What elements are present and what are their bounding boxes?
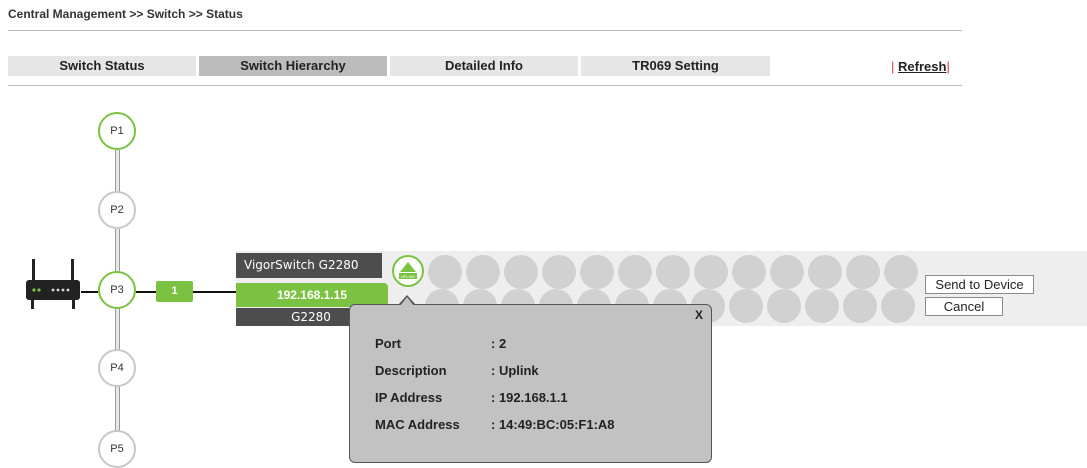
chain-line [115,308,120,353]
info-value-ip-address: : 192.168.1.1 [491,390,568,405]
tab-tr069-setting[interactable]: TR069 Setting [581,56,770,76]
popup-pointer-fill [400,297,414,306]
port-node-p1[interactable]: P1 [98,112,136,150]
switch-port[interactable] [843,289,877,323]
popup-close-button[interactable]: X [695,308,703,322]
uplink-icon-text: UPLINK [401,274,416,279]
tab-switch-hierarchy[interactable]: Switch Hierarchy [199,56,387,76]
chain-line [115,386,120,431]
switch-port[interactable] [428,255,462,289]
info-label-mac-address: MAC Address [375,417,460,432]
switch-port[interactable] [466,255,500,289]
switch-port[interactable] [881,289,915,323]
info-value-port: : 2 [491,336,507,351]
uplink-port-icon[interactable]: UPLINK [392,255,424,287]
tab-detailed-info[interactable]: Detailed Info [390,56,578,76]
switch-port[interactable] [618,255,652,289]
tabs-divider [8,85,962,86]
switch-port[interactable] [767,289,801,323]
switch-port[interactable] [694,255,728,289]
refresh-link[interactable]: Refresh [898,59,946,74]
switch-port[interactable] [805,289,839,323]
port-node-p5[interactable]: P5 [98,430,136,468]
refresh-separator-left: | [891,59,895,74]
info-label-description: Description [375,363,447,378]
port-node-p3[interactable]: P3 [98,271,136,309]
switch-port[interactable] [732,255,766,289]
header-divider [8,30,962,31]
send-to-device-button[interactable]: Send to Device [925,275,1034,294]
refresh-separator-right: | [946,59,950,74]
switch-port[interactable] [770,255,804,289]
switch-port[interactable] [504,255,538,289]
info-label-ip-address: IP Address [375,390,443,405]
chain-line [115,229,120,274]
router-link [81,291,98,293]
tab-switch-status[interactable]: Switch Status [8,56,196,76]
cancel-button[interactable]: Cancel [925,297,1003,316]
switch-port[interactable] [884,255,918,289]
switch-port[interactable] [808,255,842,289]
info-label-port: Port [375,336,401,351]
port-node-p2[interactable]: P2 [98,191,136,229]
link-port-badge: 1 [156,281,193,302]
info-value-mac-address: : 14:49:BC:05:F1:A8 [491,417,615,432]
switch-port[interactable] [580,255,614,289]
info-value-description: : Uplink [491,363,539,378]
breadcrumb: Central Management >> Switch >> Status [8,7,243,21]
router-icon[interactable] [25,258,81,314]
switch-port[interactable] [656,255,690,289]
switch-name: VigorSwitch G2280 [236,253,382,278]
port-node-p4[interactable]: P4 [98,349,136,387]
port-info-popup [349,304,712,463]
switch-port[interactable] [729,289,763,323]
switch-port[interactable] [542,255,576,289]
switch-port[interactable] [846,255,880,289]
chain-line [115,150,120,195]
refresh-area: | Refresh| [891,59,950,74]
